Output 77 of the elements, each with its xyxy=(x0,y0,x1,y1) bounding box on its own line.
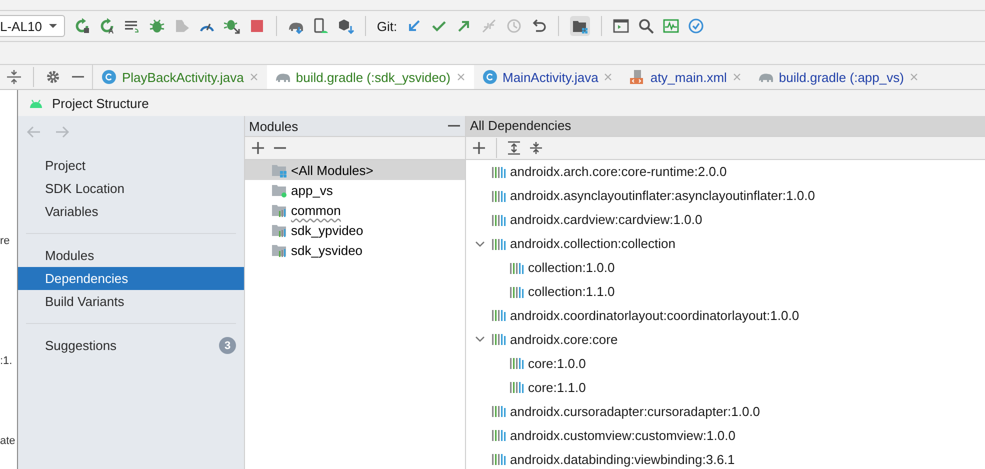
dependency-label[interactable]: androidx.arch.core:core-runtime:2.0.0 xyxy=(510,164,727,180)
bug-icon[interactable] xyxy=(148,18,165,34)
dialog-title: Project Structure xyxy=(52,96,149,110)
dependency-label[interactable]: androidx.cursoradapter:cursoradapter:1.0.0 xyxy=(510,404,760,419)
module-item[interactable]: <All Modules> xyxy=(245,160,465,180)
dependency-label[interactable]: androidx.core:core xyxy=(510,332,618,347)
dependency-label[interactable]: core:1.0.0 xyxy=(528,356,586,371)
app-module-icon xyxy=(271,182,287,198)
project-structure-icon[interactable] xyxy=(572,18,588,34)
git-label: Git: xyxy=(376,18,398,34)
xml-file-icon xyxy=(629,69,646,85)
editor-tab[interactable]: build.gradle (:app_vs) xyxy=(750,65,927,89)
terminal-window-icon[interactable] xyxy=(613,18,630,34)
module-group-icon xyxy=(271,162,287,178)
dependency-label[interactable]: androidx.customview:customview:1.0.0 xyxy=(510,428,736,443)
package-download-icon[interactable] xyxy=(338,18,354,34)
search-icon[interactable] xyxy=(638,18,654,34)
editor-tab[interactable]: build.gradle (:sdk_ysvideo) xyxy=(266,65,474,89)
add-icon[interactable] xyxy=(251,141,265,155)
library-icon xyxy=(491,451,507,468)
panel-title: All Dependencies xyxy=(470,118,572,134)
nav-item[interactable]: SDK Location xyxy=(18,177,244,200)
nav-item[interactable]: Variables xyxy=(18,200,244,223)
settings-icon[interactable] xyxy=(45,69,61,85)
library-icon xyxy=(491,403,507,420)
nav-item[interactable]: Suggestions 3 xyxy=(18,334,244,357)
library-module-icon xyxy=(271,242,287,258)
nav-item[interactable]: Build Variants xyxy=(18,290,244,313)
nav-item[interactable]: Modules xyxy=(18,244,244,267)
dependency-label[interactable]: androidx.asynclayoutinflater:asynclayoutinflater:1.0.0 xyxy=(510,188,815,204)
collapse-all-icon[interactable] xyxy=(529,140,543,155)
stop-icon[interactable] xyxy=(248,18,265,34)
collapse-icon[interactable] xyxy=(6,69,22,85)
check-circle-icon[interactable] xyxy=(688,18,704,34)
module-item[interactable]: sdk_ypvideo xyxy=(245,220,465,240)
nav-item[interactable]: Dependencies xyxy=(18,267,244,290)
device-dropdown[interactable]: L-AL10 xyxy=(0,15,65,37)
caret-icon xyxy=(48,21,58,31)
dependency-label[interactable]: core:1.1.0 xyxy=(528,380,586,395)
module-item[interactable]: sdk_ysvideo xyxy=(245,240,465,260)
library-module-icon xyxy=(271,222,287,238)
dependency-label[interactable]: androidx.cardview:cardview:1.0.0 xyxy=(510,212,702,228)
editor-tab[interactable]: PlayBackActivity.java xyxy=(93,65,267,89)
dependency-label[interactable]: androidx.collection:collection xyxy=(510,236,676,252)
module-item[interactable]: common xyxy=(245,200,465,220)
editor-tab[interactable]: aty_main.xml xyxy=(621,65,750,89)
dependency-label[interactable]: collection:1.0.0 xyxy=(528,260,615,276)
list-icon[interactable] xyxy=(124,18,140,34)
class-icon xyxy=(482,69,498,85)
count-badge: 3 xyxy=(219,337,236,354)
commit-check-icon[interactable] xyxy=(431,18,448,34)
update-arrow-icon[interactable] xyxy=(406,18,422,34)
dependency-label[interactable]: collection:1.1.0 xyxy=(528,284,615,300)
class-icon xyxy=(101,69,117,85)
dependency-label[interactable]: androidx.coordinatorlayout:coordinatorlayout:1.0.0 xyxy=(510,308,800,323)
rerun-icon[interactable] xyxy=(74,18,90,34)
library-icon xyxy=(509,355,525,372)
apply-changes-icon[interactable] xyxy=(98,18,115,34)
add-icon[interactable] xyxy=(472,140,486,155)
waveform-monitor-icon[interactable] xyxy=(663,18,680,34)
background-text: :1. xyxy=(0,355,12,367)
library-icon xyxy=(509,379,525,396)
background-text: ate xyxy=(0,435,16,447)
library-icon xyxy=(491,307,507,324)
library-icon xyxy=(491,427,507,444)
library-module-icon xyxy=(271,202,287,218)
bug-arrow-icon[interactable] xyxy=(224,18,240,34)
background-text: re xyxy=(0,235,10,247)
dependency-label[interactable]: androidx.databinding:viewbinding:3.6.1 xyxy=(510,452,735,467)
editor-tab[interactable]: MainActivity.java xyxy=(474,65,622,89)
library-icon xyxy=(491,331,507,348)
device-icon[interactable] xyxy=(312,18,329,34)
panel-title: Modules xyxy=(249,118,298,134)
undo-icon[interactable] xyxy=(531,18,548,34)
expand-all-icon[interactable] xyxy=(507,140,521,155)
module-item[interactable]: app_vs xyxy=(245,180,465,200)
nav-item[interactable]: Project xyxy=(18,154,244,177)
